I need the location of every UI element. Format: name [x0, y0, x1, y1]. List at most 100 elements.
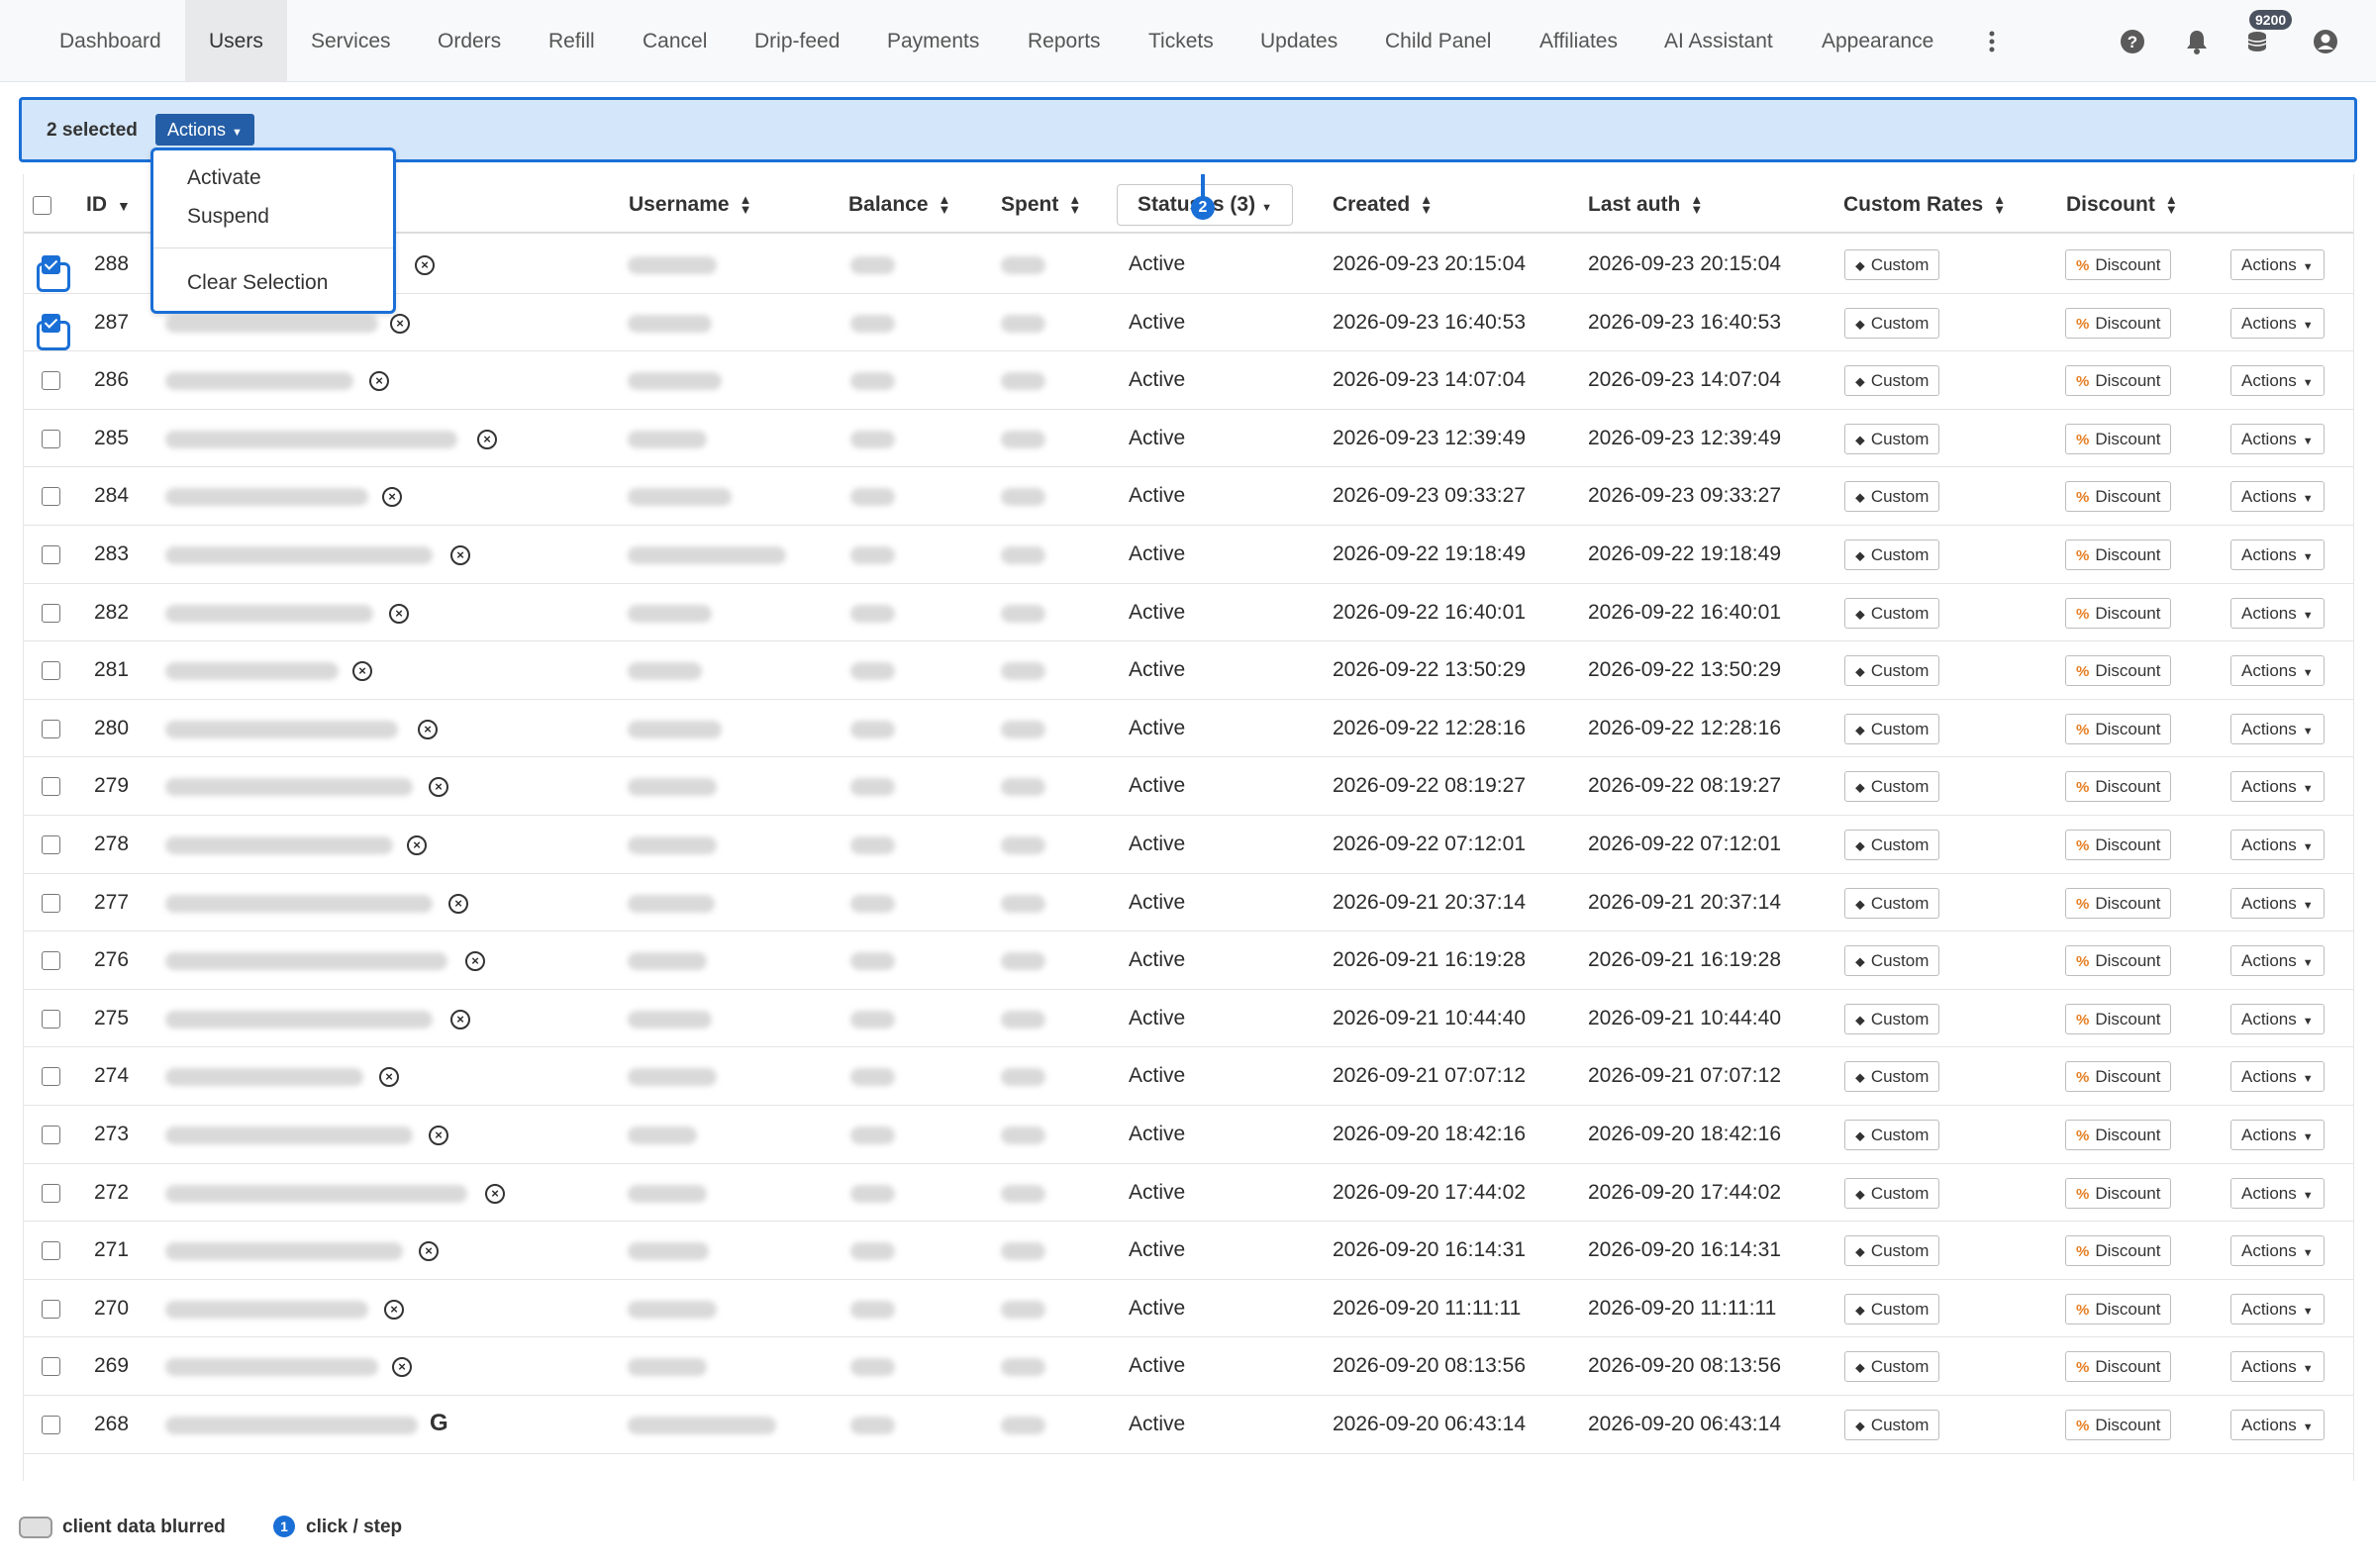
column-header-discount[interactable]: Discount ▲ ▼	[2066, 193, 2178, 217]
table-row[interactable]: 285 × Active 2026-09-23 12:39:49 2026-09-23 …	[24, 410, 2353, 468]
discount-button[interactable]: % Discount	[2065, 365, 2172, 397]
table-row[interactable]: 268 G Active 2026-09-20 06:43:14 2026-09-20 …	[24, 1396, 2353, 1454]
table-row[interactable]: 282 × Active 2026-09-22 16:40:01 2026-09-22 …	[24, 584, 2353, 642]
row-actions-button[interactable]: Actions ▼	[2230, 1003, 2325, 1034]
row-checkbox[interactable]	[42, 777, 60, 797]
row-actions-button[interactable]: Actions ▼	[2230, 655, 2325, 687]
custom-rates-button[interactable]: ⬥ Custom	[1844, 1410, 1940, 1440]
custom-rates-button[interactable]: ⬥ Custom	[1844, 481, 1940, 513]
table-row[interactable]: 284 × Active 2026-09-23 09:33:27 2026-09-23 …	[24, 467, 2353, 526]
row-actions-button[interactable]: Actions ▼	[2230, 1061, 2325, 1093]
remove-circle-icon[interactable]: ×	[448, 893, 468, 914]
table-row[interactable]: 274 × Active 2026-09-21 07:07:12 2026-09-21 …	[24, 1047, 2353, 1106]
nav-item-appearance[interactable]: Appearance	[1798, 0, 1957, 81]
row-actions-button[interactable]: Actions ▼	[2230, 713, 2325, 744]
custom-rates-button[interactable]: ⬥ Custom	[1844, 423, 1940, 454]
remove-circle-icon[interactable]: ×	[477, 429, 497, 449]
column-header-balance[interactable]: Balance ▲ ▼	[848, 193, 950, 217]
discount-button[interactable]: % Discount	[2065, 1120, 2172, 1150]
custom-rates-button[interactable]: ⬥ Custom	[1844, 655, 1940, 687]
nav-item-cancel[interactable]: Cancel	[619, 0, 731, 81]
discount-button[interactable]: % Discount	[2065, 945, 2172, 977]
row-checkbox[interactable]	[42, 1183, 60, 1203]
nav-item-tickets[interactable]: Tickets	[1125, 0, 1238, 81]
row-checkbox[interactable]	[42, 661, 60, 681]
remove-circle-icon[interactable]: ×	[418, 719, 438, 739]
menu-item-activate[interactable]: Activate	[187, 166, 261, 190]
table-row[interactable]: 275 × Active 2026-09-21 10:44:40 2026-09-21 …	[24, 990, 2353, 1048]
row-actions-button[interactable]: Actions ▼	[2230, 307, 2325, 339]
discount-button[interactable]: % Discount	[2065, 655, 2172, 687]
more-vertical-icon[interactable]	[1978, 28, 2006, 55]
row-actions-button[interactable]: Actions ▼	[2230, 1235, 2325, 1267]
nav-item-drip-feed[interactable]: Drip-feed	[731, 0, 863, 81]
table-row[interactable]: 269 × Active 2026-09-20 08:13:56 2026-09-20 …	[24, 1337, 2353, 1396]
menu-item-suspend[interactable]: Suspend	[187, 205, 269, 229]
coins-icon[interactable]: 9200	[2245, 10, 2293, 55]
row-checkbox[interactable]	[42, 719, 60, 738]
help-icon[interactable]: ?	[2119, 28, 2146, 55]
row-checkbox[interactable]	[42, 893, 60, 913]
discount-button[interactable]: % Discount	[2065, 481, 2172, 513]
custom-rates-button[interactable]: ⬥ Custom	[1844, 1177, 1940, 1209]
table-row[interactable]: 271 × Active 2026-09-20 16:14:31 2026-09-20 …	[24, 1222, 2353, 1280]
row-actions-button[interactable]: Actions ▼	[2230, 481, 2325, 513]
discount-button[interactable]: % Discount	[2065, 1235, 2172, 1267]
nav-item-payments[interactable]: Payments	[863, 0, 1003, 81]
row-actions-button[interactable]: Actions ▼	[2230, 365, 2325, 397]
row-actions-button[interactable]: Actions ▼	[2230, 771, 2325, 803]
custom-rates-button[interactable]: ⬥ Custom	[1844, 945, 1940, 977]
discount-button[interactable]: % Discount	[2065, 423, 2172, 454]
custom-rates-button[interactable]: ⬥ Custom	[1844, 1351, 1940, 1383]
discount-button[interactable]: % Discount	[2065, 1293, 2172, 1324]
custom-rates-button[interactable]: ⬥ Custom	[1844, 771, 1940, 803]
remove-circle-icon[interactable]: ×	[429, 777, 448, 798]
custom-rates-button[interactable]: ⬥ Custom	[1844, 249, 1940, 280]
nav-item-services[interactable]: Services	[287, 0, 415, 81]
custom-rates-button[interactable]: ⬥ Custom	[1844, 307, 1940, 339]
bulk-actions-button[interactable]: Actions ▼	[155, 114, 254, 146]
row-checkbox[interactable]	[42, 1416, 60, 1434]
remove-circle-icon[interactable]: ×	[485, 1183, 505, 1204]
column-header-last-auth[interactable]: Last auth ▲ ▼	[1588, 193, 1703, 217]
remove-circle-icon[interactable]: ×	[379, 1067, 399, 1088]
remove-circle-icon[interactable]: ×	[390, 313, 410, 334]
nav-item-dashboard[interactable]: Dashboard	[36, 0, 185, 81]
remove-circle-icon[interactable]: ×	[407, 835, 427, 855]
row-actions-button[interactable]: Actions ▼	[2230, 539, 2325, 570]
select-all-checkbox[interactable]	[33, 196, 51, 215]
row-checkbox[interactable]	[42, 1357, 60, 1377]
table-row[interactable]: 273 × Active 2026-09-20 18:42:16 2026-09-20 …	[24, 1106, 2353, 1164]
custom-rates-button[interactable]: ⬥ Custom	[1844, 887, 1940, 919]
row-checkbox[interactable]	[42, 951, 60, 971]
row-actions-button[interactable]: Actions ▼	[2230, 1293, 2325, 1324]
row-actions-button[interactable]: Actions ▼	[2230, 597, 2325, 629]
remove-circle-icon[interactable]: ×	[389, 603, 409, 624]
discount-button[interactable]: % Discount	[2065, 771, 2172, 803]
row-checkbox[interactable]	[42, 603, 60, 623]
discount-button[interactable]: % Discount	[2065, 830, 2172, 860]
discount-button[interactable]: % Discount	[2065, 249, 2172, 280]
custom-rates-button[interactable]: ⬥ Custom	[1844, 1003, 1940, 1034]
nav-item-affiliates[interactable]: Affiliates	[1516, 0, 1641, 81]
nav-item-updates[interactable]: Updates	[1237, 0, 1361, 81]
table-row[interactable]: 270 × Active 2026-09-20 11:11:11 2026-09-20 …	[24, 1280, 2353, 1338]
custom-rates-button[interactable]: ⬥ Custom	[1844, 713, 1940, 744]
remove-circle-icon[interactable]: ×	[415, 255, 435, 275]
table-row[interactable]: 281 × Active 2026-09-22 13:50:29 2026-09-22 …	[24, 641, 2353, 700]
row-checkbox[interactable]	[42, 1009, 60, 1029]
discount-button[interactable]: % Discount	[2065, 1061, 2172, 1093]
custom-rates-button[interactable]: ⬥ Custom	[1844, 1235, 1940, 1267]
column-header-id[interactable]: ID ▼	[86, 193, 131, 217]
row-checkbox[interactable]	[42, 371, 60, 391]
table-row[interactable]: 278 × Active 2026-09-22 07:12:01 2026-09-22 …	[24, 816, 2353, 874]
row-checkbox[interactable]	[42, 1241, 60, 1261]
discount-button[interactable]: % Discount	[2065, 1410, 2172, 1440]
custom-rates-button[interactable]: ⬥ Custom	[1844, 1061, 1940, 1093]
column-header-spent[interactable]: Spent ▲ ▼	[1001, 193, 1081, 217]
custom-rates-button[interactable]: ⬥ Custom	[1844, 597, 1940, 629]
remove-circle-icon[interactable]: ×	[429, 1126, 448, 1145]
row-checkbox[interactable]	[42, 1067, 60, 1087]
table-row[interactable]: 280 × Active 2026-09-22 12:28:16 2026-09-22 …	[24, 700, 2353, 758]
column-header-created[interactable]: Created ▲ ▼	[1333, 193, 1433, 217]
